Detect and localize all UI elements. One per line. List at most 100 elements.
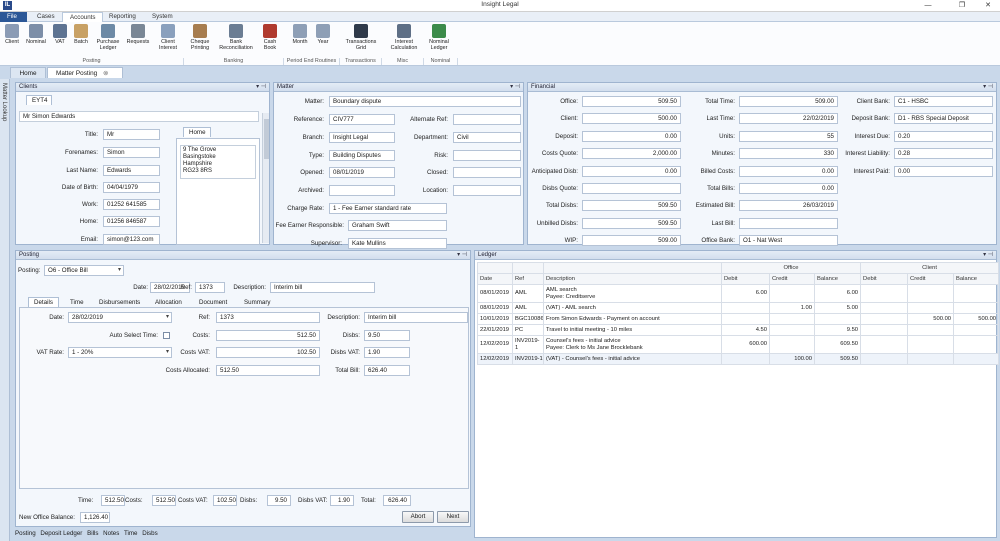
email-field[interactable]: simon@123.com bbox=[103, 234, 160, 245]
tab-system[interactable]: System bbox=[145, 12, 180, 22]
ledger-col-credit-7[interactable]: Credit bbox=[907, 273, 955, 285]
costs-quote-field[interactable]: 2,000.00 bbox=[582, 148, 681, 160]
alternate-ref-field[interactable] bbox=[453, 114, 521, 125]
maximize-icon[interactable]: ❐ bbox=[952, 0, 972, 12]
posting-description-field[interactable]: Interim bill bbox=[270, 282, 375, 293]
interest-due-field[interactable]: 0.20 bbox=[894, 130, 993, 142]
client-field[interactable]: 500.00 bbox=[582, 113, 681, 125]
client-tab[interactable]: EYT4 bbox=[26, 95, 52, 105]
total-time-field[interactable]: 509.00 bbox=[739, 96, 838, 107]
ledger-col-debit-6[interactable]: Debit bbox=[860, 273, 909, 285]
home-phone-field[interactable]: 01256 846587 bbox=[103, 216, 160, 227]
details-ref-field[interactable]: 1373 bbox=[216, 312, 320, 323]
interest-liability-field[interactable]: 0.28 bbox=[894, 148, 993, 160]
nominal-ledger-button[interactable]: Nominal Ledger bbox=[424, 24, 454, 51]
units-field[interactable]: 55 bbox=[739, 130, 838, 142]
bottom-tab-bills[interactable]: Bills bbox=[87, 530, 98, 537]
table-row[interactable]: 12/02/2019 INV2019-1 Counsel's fees - init… bbox=[477, 335, 1000, 354]
deposit-bank-field[interactable]: D1 - RBS Special Deposit bbox=[894, 113, 993, 125]
bank-reconciliation-button[interactable]: Bank Reconciliation bbox=[216, 24, 256, 51]
tab-time[interactable]: Time bbox=[64, 297, 90, 307]
supervisor-field[interactable]: Kate Mullins bbox=[348, 238, 447, 249]
tab-close-icon[interactable]: ⊗ bbox=[103, 70, 108, 77]
archived-field[interactable] bbox=[329, 185, 395, 196]
forenames-field[interactable]: Simon bbox=[103, 147, 160, 158]
table-row[interactable]: 10/01/2019 BGC10086 From Simon Edwards - P… bbox=[477, 313, 1000, 325]
ledger-col-balance-5[interactable]: Balance bbox=[813, 273, 862, 285]
tab-cases[interactable]: Cases bbox=[30, 12, 62, 22]
ledger-col-description-2[interactable]: Description bbox=[543, 273, 722, 285]
bottom-tab-time[interactable]: Time bbox=[124, 530, 138, 537]
billed-costs-field[interactable]: 0.00 bbox=[739, 165, 838, 177]
costs-allocated-field[interactable]: 512.50 bbox=[216, 365, 320, 376]
panel-pin-icon[interactable]: ▾ ⊣ bbox=[983, 83, 993, 92]
unbilled-disbs-field[interactable]: 509.50 bbox=[582, 217, 681, 229]
nominal-button[interactable]: Nominal bbox=[24, 24, 48, 45]
panel-pin-icon[interactable]: ▾ ⊣ bbox=[983, 251, 993, 260]
next-button[interactable]: Next bbox=[437, 511, 469, 523]
address-tab-home[interactable]: Home bbox=[183, 127, 211, 137]
bottom-tab-notes[interactable]: Notes bbox=[103, 530, 119, 537]
panel-pin-icon[interactable]: ▾ ⊣ bbox=[457, 251, 467, 260]
disbs-field[interactable]: 9.50 bbox=[364, 330, 410, 341]
table-row[interactable]: 12/02/2019 INV2019-1 (VAT) - Counsel's fee… bbox=[477, 353, 1000, 365]
anticipated-disb-field[interactable]: 0.00 bbox=[582, 165, 681, 177]
table-row[interactable]: 08/01/2019 AML (VAT) - AML search 1.00 5.00 bbox=[477, 302, 1000, 314]
opened-field[interactable]: 08/01/2019 bbox=[329, 167, 395, 178]
batch-button[interactable]: Batch bbox=[70, 24, 92, 45]
interest-calculation-button[interactable]: Interest Calculation bbox=[386, 24, 422, 51]
requests-button[interactable]: Requests bbox=[124, 24, 152, 45]
client-button[interactable]: Client bbox=[2, 24, 22, 45]
total-bills-field[interactable]: 0.00 bbox=[739, 183, 838, 194]
details-date-field[interactable]: 28/02/2019 bbox=[68, 312, 172, 323]
ledger-col-balance-8[interactable]: Balance bbox=[953, 273, 1000, 285]
clients-scrollbar[interactable] bbox=[262, 113, 269, 243]
tab-document[interactable]: Document bbox=[193, 297, 233, 307]
last-name-field[interactable]: Edwards bbox=[103, 165, 160, 176]
auto-select-time-checkbox[interactable] bbox=[163, 332, 170, 339]
disbs-vat-field[interactable]: 1.90 bbox=[364, 347, 410, 358]
risk-field[interactable] bbox=[453, 150, 521, 161]
matter-lookup-strip[interactable]: Matter Lookup bbox=[0, 79, 10, 541]
panel-pin-icon[interactable]: ▾ ⊣ bbox=[510, 83, 520, 92]
abort-button[interactable]: Abort bbox=[402, 511, 434, 523]
tab-home[interactable]: Home bbox=[10, 67, 46, 78]
costs-field[interactable]: 512.50 bbox=[216, 330, 320, 341]
panel-pin-icon[interactable]: ▾ ⊣ bbox=[256, 83, 266, 92]
table-row[interactable]: 08/01/2019 AML AML search Payee: Creditserv… bbox=[477, 284, 1000, 303]
last-time-field[interactable]: 22/02/2019 bbox=[739, 113, 838, 125]
vat-button[interactable]: VAT bbox=[52, 24, 68, 45]
transactions-grid-button[interactable]: Transactions Grid bbox=[342, 24, 380, 51]
cash-book-button[interactable]: Cash Book bbox=[258, 24, 282, 51]
tab-disbursements[interactable]: Disbursements bbox=[93, 297, 146, 307]
scrollbar-thumb[interactable] bbox=[264, 119, 269, 159]
office-bank-field[interactable]: O1 - Nat West bbox=[739, 235, 838, 247]
year-button[interactable]: Year bbox=[313, 24, 333, 45]
bottom-tab-posting[interactable]: Posting bbox=[15, 530, 36, 537]
vat-rate-select[interactable]: 1 - 20% bbox=[68, 347, 172, 358]
deposit-field[interactable]: 0.00 bbox=[582, 130, 681, 142]
tab-allocation[interactable]: Allocation bbox=[149, 297, 188, 307]
posting-ref-field[interactable]: 1373 bbox=[195, 282, 225, 293]
ledger-col-debit-3[interactable]: Debit bbox=[721, 273, 770, 285]
interest-paid-field[interactable]: 0.00 bbox=[894, 165, 993, 177]
table-row[interactable]: 22/01/2019 PC Travel to initial meeting - … bbox=[477, 324, 1000, 336]
ledger-col-ref-1[interactable]: Ref bbox=[512, 273, 544, 285]
branch-field[interactable]: Insight Legal bbox=[329, 132, 395, 143]
estimated-bill-field[interactable]: 26/03/2019 bbox=[739, 200, 838, 212]
tab-reporting[interactable]: Reporting bbox=[102, 12, 143, 22]
work-phone-field[interactable]: 01252 641585 bbox=[103, 199, 160, 210]
ledger-col-date-0[interactable]: Date bbox=[477, 273, 513, 285]
tab-details[interactable]: Details bbox=[28, 297, 59, 307]
total-disbs-field[interactable]: 509.50 bbox=[582, 200, 681, 212]
dob-field[interactable]: 04/04/1979 bbox=[103, 182, 160, 193]
client-bank-field[interactable]: C1 - HSBC bbox=[894, 96, 993, 107]
fee-earner-field[interactable]: Graham Swift bbox=[348, 220, 447, 231]
office-field[interactable]: 509.50 bbox=[582, 96, 681, 107]
reference-field[interactable]: CIV777 bbox=[329, 114, 395, 125]
minimize-icon[interactable]: — bbox=[918, 0, 938, 12]
wip-field[interactable]: 509.00 bbox=[582, 235, 681, 247]
ledger-col-credit-4[interactable]: Credit bbox=[769, 273, 815, 285]
costs-vat-field[interactable]: 102.50 bbox=[216, 347, 320, 358]
minutes-field[interactable]: 330 bbox=[739, 148, 838, 160]
